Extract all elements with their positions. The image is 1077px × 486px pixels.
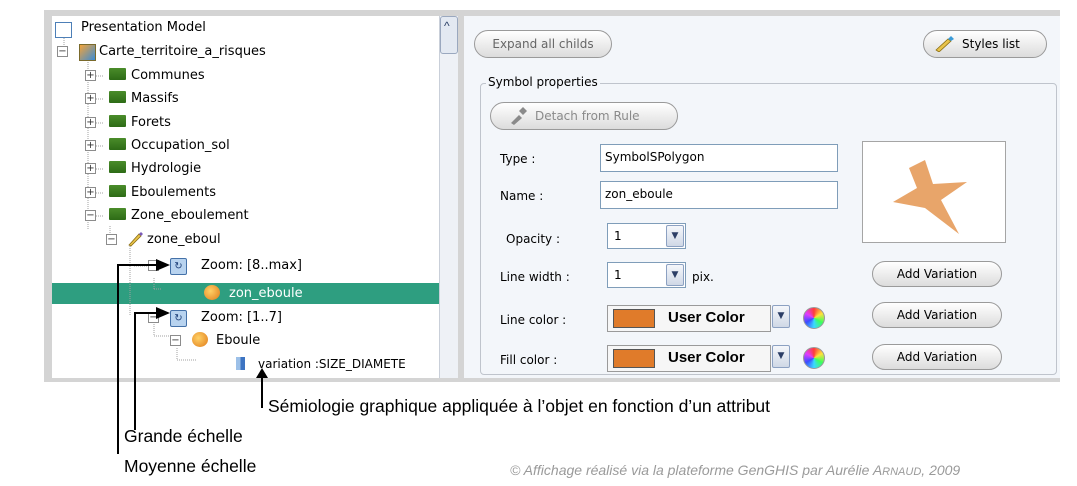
credit-suffix: , 2009 [921, 462, 961, 478]
tree-item-label: Eboulements [131, 185, 217, 200]
semiologie-annotation: Sémiologie graphique appliquée à l’objet… [268, 396, 771, 416]
chevron-down-icon[interactable]: ▼ [666, 225, 684, 247]
layer-folder-icon [109, 68, 126, 80]
type-field: SymbolSPolygon [600, 144, 838, 172]
moyenne-echelle-leader-line [134, 312, 136, 430]
tree-item-label: Zone_eboulement [131, 208, 249, 223]
name-value: zon_eboule [605, 187, 673, 201]
credit-surname-initial: A [872, 462, 883, 478]
chevron-down-icon[interactable]: ▼ [772, 305, 790, 328]
styles-list-button[interactable]: Styles list [923, 30, 1047, 58]
fill-color-wheel-icon[interactable] [803, 347, 825, 369]
fill-color-dropdown[interactable]: ▼ [771, 345, 790, 370]
symbol-icon [204, 285, 220, 300]
layer-folder-icon [109, 115, 126, 127]
layer-folder-icon [109, 91, 126, 103]
line-color-swatch [613, 309, 655, 328]
name-label: Name : [500, 189, 544, 203]
map-icon [79, 44, 96, 61]
type-label: Type : [500, 152, 536, 166]
zoom-rule-icon: ↻ [170, 258, 187, 275]
collapse-icon[interactable]: − [57, 46, 68, 57]
tree-item-label: Zoom: [8..max] [201, 258, 302, 273]
collapse-icon[interactable]: − [85, 210, 96, 221]
grande-echelle-annotation: Grande échelle [124, 426, 243, 446]
fill-color-value: User Color [668, 349, 745, 366]
line-width-label: Line width : [500, 270, 570, 284]
brush-icon [935, 36, 954, 52]
add-variation-fill-color-button[interactable]: Add Variation [872, 344, 1002, 370]
tree-item-label: Communes [131, 68, 205, 83]
credit-surname-rest: RNAUD [882, 466, 922, 478]
model-icon [55, 22, 72, 38]
line-color-value: User Color [668, 309, 745, 326]
tree-item-label: Eboule [216, 333, 261, 348]
type-value: SymbolSPolygon [605, 150, 705, 164]
expand-icon[interactable]: + [85, 140, 96, 151]
add-variation-line-color-button[interactable]: Add Variation [872, 302, 1002, 328]
symbol-icon [192, 332, 208, 347]
fill-color-swatch [613, 349, 655, 368]
tree-item-label: Forets [131, 115, 171, 130]
variation-icon [236, 357, 245, 370]
layer-folder-icon [109, 185, 126, 197]
fill-color-button[interactable]: User Color [607, 345, 771, 372]
expand-icon[interactable]: + [85, 70, 96, 81]
expand-icon[interactable]: + [85, 187, 96, 198]
layer-folder-icon [109, 208, 126, 220]
add-variation-line-width-button[interactable]: Add Variation [872, 261, 1002, 287]
tree-item-label: Carte_territoire_a_risques [99, 44, 266, 59]
semiologie-arrowhead [256, 368, 268, 378]
grande-echelle-arrowhead [156, 259, 170, 271]
collapse-icon[interactable]: − [170, 335, 181, 346]
moyenne-echelle-annotation: Moyenne échelle [124, 456, 257, 476]
collapse-icon[interactable]: − [106, 234, 117, 245]
line-color-wheel-icon[interactable] [803, 307, 825, 329]
tree-scrollbar[interactable]: ^ [439, 16, 458, 378]
tree-item-label: Zoom: [1..7] [201, 310, 282, 325]
credit-line: © Affichage réalisé via la plateforme Ge… [510, 462, 960, 478]
scroll-up-button[interactable]: ^ [440, 16, 458, 54]
opacity-select[interactable]: 1 ▼ [607, 223, 686, 249]
symbol-properties-legend: Symbol properties [486, 75, 600, 89]
grande-echelle-leader-line [117, 264, 119, 454]
opacity-label: Opacity : [506, 232, 561, 246]
chevron-down-icon[interactable]: ▼ [772, 345, 790, 368]
style-pen-icon [128, 232, 143, 247]
line-color-dropdown[interactable]: ▼ [771, 305, 790, 330]
expand-icon[interactable]: + [85, 117, 96, 128]
line-width-select[interactable]: 1 ▼ [607, 262, 686, 288]
line-width-unit: pix. [692, 270, 714, 284]
semiologie-leader-line [261, 376, 263, 408]
line-color-button[interactable]: User Color [607, 305, 771, 332]
line-width-value: 1 [614, 268, 622, 282]
layer-folder-icon [109, 161, 126, 173]
tree-item-label: zone_eboul [147, 232, 221, 247]
detach-label: Detach from Rule [535, 109, 640, 123]
fill-color-label: Fill color : [500, 353, 558, 367]
expand-icon[interactable]: + [85, 163, 96, 174]
zoom-rule-icon: ↻ [170, 310, 187, 327]
tree-item-label: Hydrologie [131, 161, 202, 176]
styles-list-label: Styles list [962, 37, 1020, 51]
opacity-value: 1 [614, 229, 622, 243]
detach-from-rule-button[interactable]: Detach from Rule [490, 102, 678, 130]
layer-folder-icon [109, 138, 126, 150]
line-color-label: Line color : [500, 313, 567, 327]
tree-item-label: Massifs [131, 91, 179, 106]
moyenne-echelle-arrowhead [156, 307, 170, 319]
expand-icon[interactable]: + [85, 93, 96, 104]
symbol-preview [862, 141, 1006, 243]
chevron-down-icon[interactable]: ▼ [666, 264, 684, 286]
tree-item-label: Occupation_sol [131, 138, 230, 153]
credit-prefix: © Affichage réalisé via la plateforme Ge… [510, 462, 873, 478]
expand-all-childs-button[interactable]: Expand all childs [474, 30, 612, 58]
tree-item-label: Presentation Model [81, 20, 206, 35]
name-field[interactable]: zon_eboule [600, 181, 838, 209]
chevron-up-icon: ^ [444, 19, 450, 33]
detach-icon [511, 107, 527, 125]
tree-item-label: zon_eboule [229, 286, 303, 301]
tree-item-label: variation :SIZE_DIAMETE [258, 357, 406, 371]
polygon-preview-shape [893, 160, 967, 234]
